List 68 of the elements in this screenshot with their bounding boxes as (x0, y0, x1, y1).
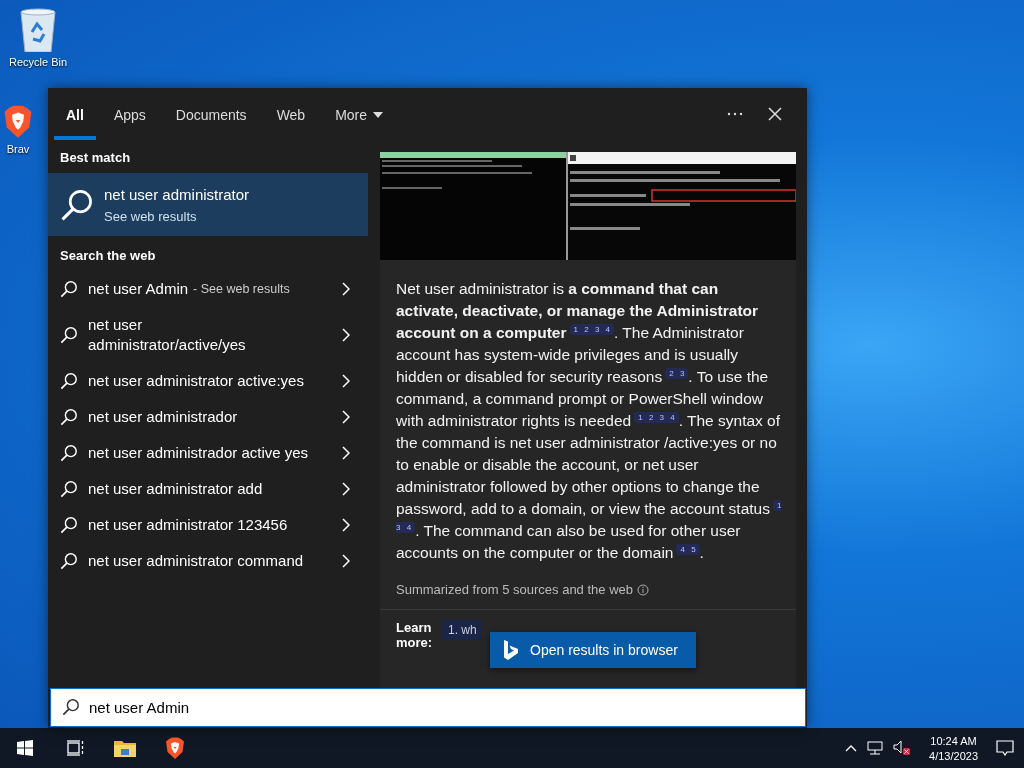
hint-text: - See web results (193, 282, 290, 296)
section-heading: Best match (59, 149, 132, 167)
suggestion-text: net user administrador active yes (88, 443, 309, 463)
search-icon (60, 408, 78, 426)
search-icon (60, 480, 78, 498)
icon-label: Recycle Bin (8, 56, 68, 68)
chevron-icon (342, 410, 350, 424)
suggestion-text: net user Admin (88, 279, 189, 299)
search-icon (60, 326, 78, 344)
chevron-icon (342, 328, 350, 342)
suggestion-item[interactable]: net user administrator command (48, 543, 370, 579)
suggestion-item[interactable]: net user administrator/active/yes (48, 307, 370, 363)
muted-speaker-icon[interactable] (893, 740, 912, 756)
suggestion-text: net user administrator 123456 (88, 515, 288, 535)
clock-time[interactable]: 10:24 AM (930, 734, 977, 747)
suggestion-text: net user administrador (88, 407, 238, 427)
open-in-browser-button[interactable]: Open results in browser (490, 632, 696, 668)
info-icon[interactable] (637, 583, 649, 596)
suggestion-item[interactable]: net user administrador (48, 399, 370, 435)
close-icon[interactable] (768, 107, 782, 121)
tab[interactable]: Web (264, 88, 318, 140)
chevron-icon (342, 518, 350, 532)
suggestion-item[interactable]: net user administrador active yes (48, 435, 370, 471)
suggestion-text: net user administrator active:yes (88, 371, 304, 391)
search-icon (60, 552, 78, 570)
tab[interactable]: Apps (101, 88, 158, 140)
search-icon (60, 280, 78, 298)
chevron-icon (342, 374, 350, 388)
windows-logo-icon[interactable] (17, 740, 33, 756)
brave-lion-icon[interactable] (3, 105, 33, 139)
chevron-icon (342, 554, 350, 568)
chevron-icon (342, 282, 350, 296)
more-options-icon[interactable] (727, 112, 743, 116)
search-icon (62, 698, 80, 716)
section-heading: Search the web (59, 247, 157, 265)
suggestion-text: net user administrator command (88, 551, 304, 571)
clock-date[interactable]: 4/13/2023 (929, 749, 978, 762)
tab[interactable]: All (54, 88, 96, 140)
suggestion-item[interactable]: net user Admin - See web results (48, 271, 370, 307)
source-link[interactable]: 1. wh (442, 620, 481, 640)
tab[interactable]: Documents (163, 88, 259, 140)
bing-logo-icon (504, 640, 518, 660)
suggestion-item[interactable]: net user administrator active:yes (48, 363, 370, 399)
sources-text: Summarized from 5 sources and the web (396, 582, 633, 597)
learn-more-label: Learn more: (396, 620, 434, 650)
chevron-icon (342, 446, 350, 460)
folder-icon[interactable] (114, 739, 136, 757)
best-match-item[interactable]: net user administrator See web results (48, 173, 368, 236)
suggestion-item[interactable]: net user administrator add (48, 471, 370, 507)
task-view-icon[interactable] (66, 740, 84, 756)
network-icon[interactable] (867, 741, 884, 755)
suggestion-text: net user administrator/active/yes (88, 315, 247, 355)
recycle-bin-icon[interactable] (18, 8, 58, 52)
search-icon (60, 187, 94, 222)
suggestion-item[interactable]: net user administrator 123456 (48, 507, 370, 543)
notification-icon[interactable] (996, 740, 1014, 756)
search-icon (60, 444, 78, 462)
result-subtitle: See web results (104, 208, 198, 224)
tab[interactable]: More (323, 88, 396, 140)
chevron-up-icon[interactable] (845, 744, 858, 752)
brave-lion-icon[interactable] (165, 736, 185, 760)
search-field[interactable]: net user Admin (50, 688, 806, 727)
icon-label: Brav (6, 142, 30, 155)
search-icon (60, 516, 78, 534)
chevron-icon (342, 482, 350, 496)
result-title: net user administrator (104, 185, 250, 203)
suggestion-text: net user administrator add (88, 479, 263, 499)
search-icon (60, 372, 78, 390)
